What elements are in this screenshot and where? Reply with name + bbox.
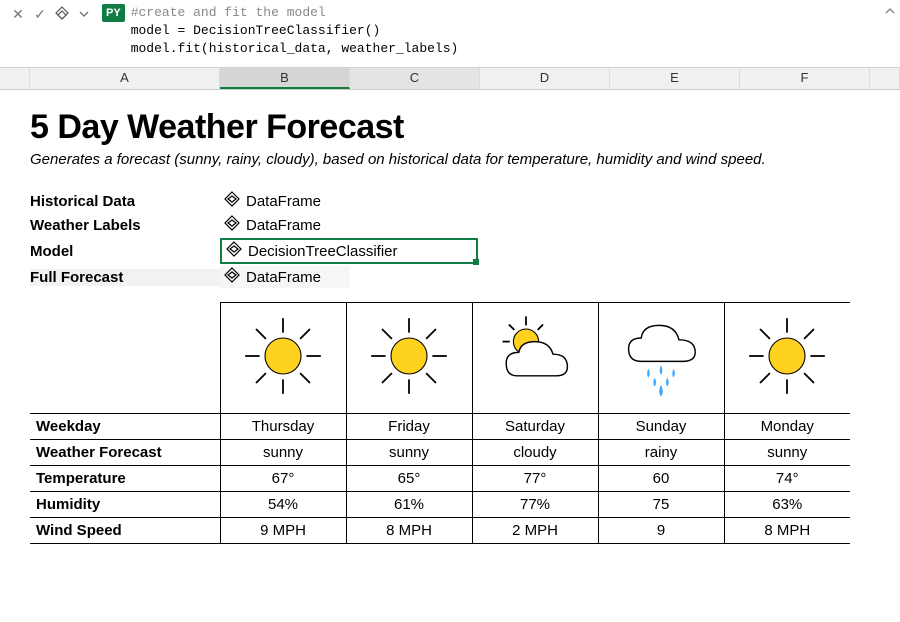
dataframe-icon	[224, 215, 240, 235]
meta-value-forecast[interactable]: DataFrame	[220, 266, 350, 288]
formula-expand-icon[interactable]	[880, 0, 900, 18]
wind-cell[interactable]: 8 MPH	[724, 518, 850, 544]
page-subtitle: Generates a forecast (sunny, rainy, clou…	[30, 151, 870, 168]
dataframe-icon	[224, 191, 240, 211]
temperature-cell[interactable]: 67°	[220, 466, 346, 492]
cloudy-icon	[472, 303, 598, 414]
forecast-table-wrap: Weekday Thursday Friday Saturday Sunday …	[30, 302, 870, 544]
col-header-F[interactable]: F	[740, 68, 870, 89]
weather-cell[interactable]: sunny	[724, 440, 850, 466]
python-badge: PY	[102, 4, 125, 22]
formula-code[interactable]: #create and fit the model model = Decisi…	[131, 0, 880, 63]
col-header-C[interactable]: C	[350, 68, 480, 89]
meta-value-text: DataFrame	[246, 217, 321, 234]
meta-value-historical[interactable]: DataFrame	[220, 190, 350, 212]
temperature-cell[interactable]: 77°	[472, 466, 598, 492]
meta-value-model[interactable]: DecisionTreeClassifier	[220, 238, 478, 264]
meta-value-text: DataFrame	[246, 193, 321, 210]
wind-cell[interactable]: 2 MPH	[472, 518, 598, 544]
humidity-cell[interactable]: 75	[598, 492, 724, 518]
meta-label-historical: Historical Data	[30, 193, 220, 210]
insert-menu-icon[interactable]	[52, 4, 72, 24]
meta-label-forecast: Full Forecast	[30, 269, 220, 286]
sunny-icon	[724, 303, 850, 414]
meta-value-weather[interactable]: DataFrame	[220, 214, 350, 236]
accept-icon[interactable]: ✓	[30, 4, 50, 24]
humidity-cell[interactable]: 61%	[346, 492, 472, 518]
rainy-icon	[598, 303, 724, 414]
temperature-cell[interactable]: 65°	[346, 466, 472, 492]
column-headers: A B C D E F	[0, 68, 900, 90]
dataframe-icon	[224, 267, 240, 287]
meta-grid: Historical Data DataFrame Weather Labels…	[30, 190, 870, 288]
table-row-humidity: Humidity 54% 61% 77% 75 63%	[30, 492, 850, 518]
weather-cell[interactable]: sunny	[346, 440, 472, 466]
humidity-cell[interactable]: 77%	[472, 492, 598, 518]
sheet-body: 5 Day Weather Forecast Generates a forec…	[0, 90, 900, 564]
weather-cell[interactable]: rainy	[598, 440, 724, 466]
col-header-blank[interactable]	[870, 68, 900, 89]
col-header-E[interactable]: E	[610, 68, 740, 89]
humidity-cell[interactable]: 63%	[724, 492, 850, 518]
forecast-table: Weekday Thursday Friday Saturday Sunday …	[30, 302, 850, 544]
table-row-weather: Weather Forecast sunny sunny cloudy rain…	[30, 440, 850, 466]
code-line-2: model = DecisionTreeClassifier()	[131, 23, 381, 38]
weather-cell[interactable]: cloudy	[472, 440, 598, 466]
weekday-cell[interactable]: Thursday	[220, 414, 346, 440]
weather-cell[interactable]: sunny	[220, 440, 346, 466]
weekday-cell[interactable]: Sunday	[598, 414, 724, 440]
object-icon	[226, 241, 242, 261]
cancel-icon[interactable]: ✕	[8, 4, 28, 24]
meta-label-weather: Weather Labels	[30, 217, 220, 234]
meta-value-text: DataFrame	[246, 269, 321, 286]
formula-bar-controls: ✕ ✓	[0, 0, 98, 24]
code-comment: #create and fit the model	[131, 5, 326, 20]
code-line-3: model.fit(historical_data, weather_label…	[131, 41, 459, 56]
row-label-humidity: Humidity	[30, 492, 220, 518]
weekday-cell[interactable]: Friday	[346, 414, 472, 440]
select-all-corner[interactable]	[0, 68, 30, 89]
table-row-icons	[30, 303, 850, 414]
table-row-weekday: Weekday Thursday Friday Saturday Sunday …	[30, 414, 850, 440]
wind-cell[interactable]: 9	[598, 518, 724, 544]
col-header-A[interactable]: A	[30, 68, 220, 89]
weekday-cell[interactable]: Monday	[724, 414, 850, 440]
table-row-temperature: Temperature 67° 65° 77° 60 74°	[30, 466, 850, 492]
temperature-cell[interactable]: 74°	[724, 466, 850, 492]
sunny-icon	[220, 303, 346, 414]
row-label-weekday: Weekday	[30, 414, 220, 440]
col-header-B[interactable]: B	[220, 68, 350, 89]
row-label-temperature: Temperature	[30, 466, 220, 492]
table-row-wind: Wind Speed 9 MPH 8 MPH 2 MPH 9 8 MPH	[30, 518, 850, 544]
col-header-D[interactable]: D	[480, 68, 610, 89]
meta-label-model: Model	[30, 243, 220, 260]
wind-cell[interactable]: 8 MPH	[346, 518, 472, 544]
temperature-cell[interactable]: 60	[598, 466, 724, 492]
row-label-wind: Wind Speed	[30, 518, 220, 544]
formula-bar: ✕ ✓ PY #create and fit the model model =…	[0, 0, 900, 68]
sunny-icon	[346, 303, 472, 414]
row-label-weather: Weather Forecast	[30, 440, 220, 466]
chevron-down-icon[interactable]	[74, 4, 94, 24]
wind-cell[interactable]: 9 MPH	[220, 518, 346, 544]
humidity-cell[interactable]: 54%	[220, 492, 346, 518]
page-title: 5 Day Weather Forecast	[30, 108, 870, 147]
weekday-cell[interactable]: Saturday	[472, 414, 598, 440]
meta-value-text: DecisionTreeClassifier	[248, 243, 398, 260]
